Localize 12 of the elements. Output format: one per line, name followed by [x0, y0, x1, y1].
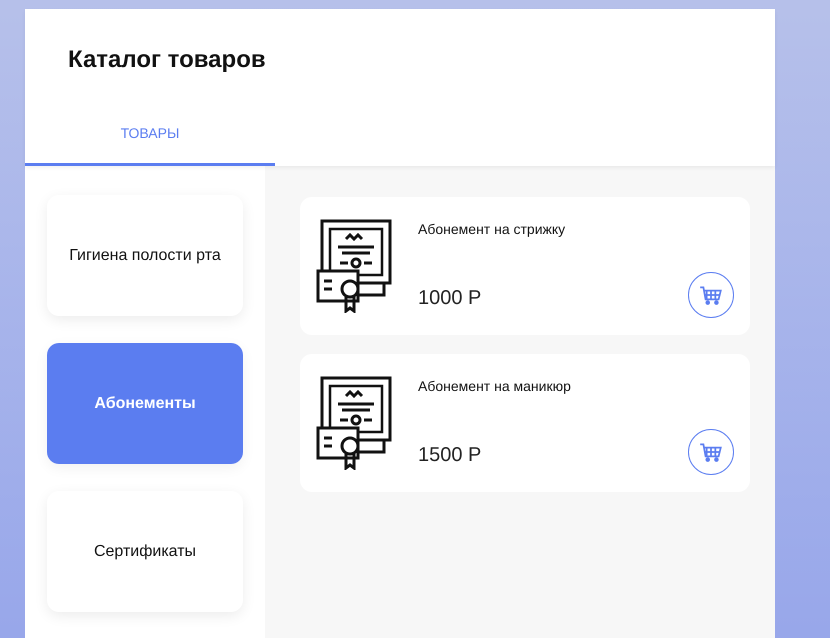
- category-card[interactable]: Сертификаты: [47, 491, 243, 612]
- product-name: Абонемент на стрижку: [418, 220, 566, 239]
- category-card[interactable]: Абонементы: [47, 343, 243, 464]
- certificate-icon: [316, 376, 392, 470]
- cart-button[interactable]: [688, 429, 734, 475]
- product-price: 1000 Р: [418, 286, 482, 311]
- cart-button[interactable]: [688, 272, 734, 318]
- category-card[interactable]: Гигиена полости рта: [47, 195, 243, 316]
- product-price: 1500 Р: [418, 443, 482, 468]
- certificate-icon: [316, 219, 392, 313]
- page-title: Каталог товаров: [68, 45, 266, 75]
- product-name: Абонемент на маникюр: [418, 377, 571, 396]
